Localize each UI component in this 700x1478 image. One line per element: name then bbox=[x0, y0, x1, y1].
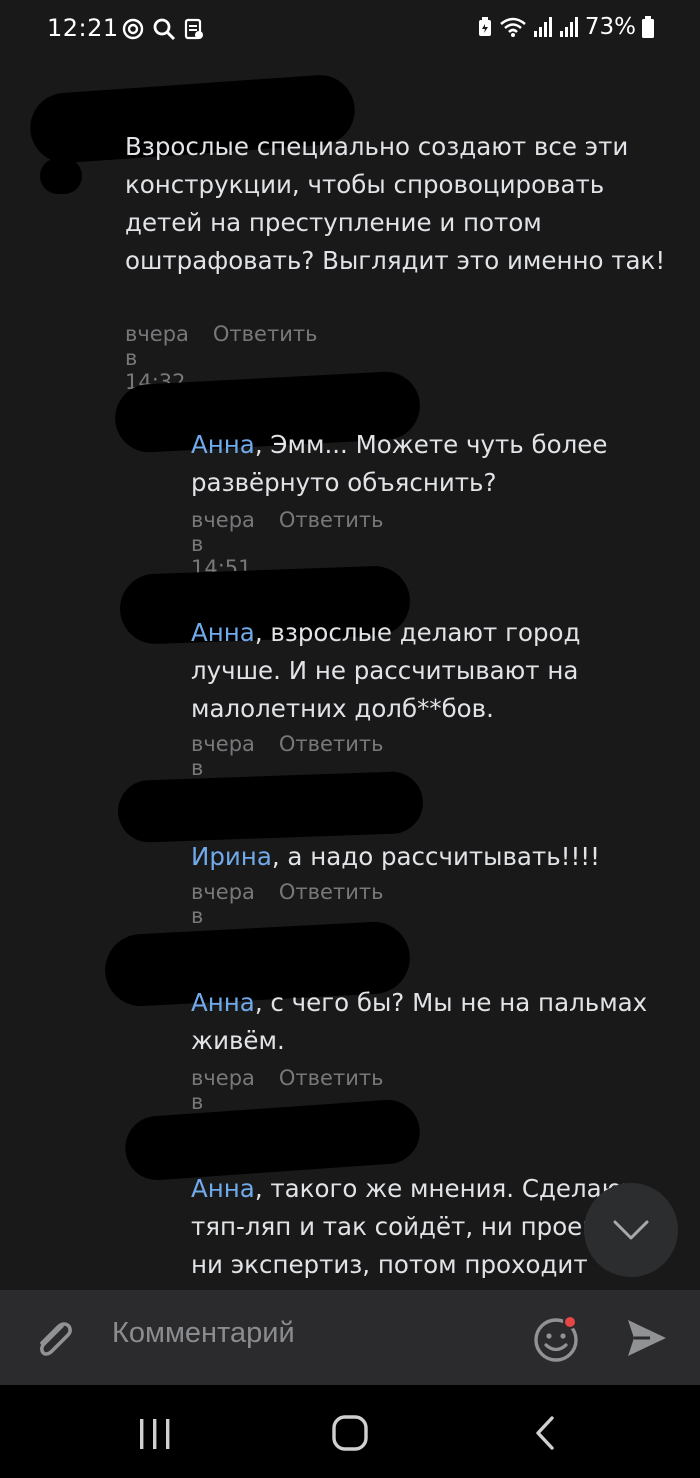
battery-icon bbox=[642, 16, 654, 38]
signal-icon bbox=[559, 17, 578, 37]
home-icon[interactable] bbox=[330, 1413, 370, 1453]
search-icon bbox=[153, 18, 176, 41]
mention-link[interactable]: Анна bbox=[191, 430, 255, 459]
wifi-icon bbox=[500, 17, 526, 37]
mention-link[interactable]: Ирина bbox=[191, 842, 272, 871]
comments-feed[interactable]: Взрослые специально создают все эти конс… bbox=[0, 58, 700, 1290]
system-navigation-bar bbox=[0, 1385, 700, 1478]
status-icons-right: 73% bbox=[477, 14, 654, 40]
comment-time: вчера в 14:51 bbox=[191, 508, 255, 580]
comment-text: Взрослые специально создают все эти конс… bbox=[125, 132, 666, 275]
signal-icon bbox=[533, 17, 552, 37]
comment-input[interactable]: Комментарий bbox=[112, 1317, 295, 1350]
send-icon[interactable] bbox=[624, 1316, 670, 1360]
redacted-author bbox=[117, 770, 424, 844]
redacted-avatar bbox=[40, 158, 82, 194]
attach-icon[interactable] bbox=[30, 1314, 80, 1364]
comment-text: Ирина, а надо рассчитывать!!!! bbox=[191, 842, 600, 871]
status-bar: 12:21 73% bbox=[0, 0, 700, 58]
app-icon bbox=[184, 18, 203, 40]
chevron-down-icon bbox=[613, 1220, 649, 1240]
status-time: 12:21 bbox=[47, 14, 119, 42]
emoji-icon[interactable] bbox=[532, 1312, 584, 1364]
comment-text: Анна, взрослые делают город лучше. И не … bbox=[191, 618, 581, 723]
comment-text: Анна, с чего бы? Мы не на пальмах живём. bbox=[191, 988, 648, 1055]
battery-saver-icon bbox=[478, 17, 491, 36]
mention-link[interactable]: Анна bbox=[191, 988, 255, 1017]
recent-apps-icon[interactable] bbox=[137, 1416, 173, 1452]
comment-text: Анна, Эмм... Можете чуть более развёрнут… bbox=[191, 430, 608, 497]
mention-link[interactable]: Анна bbox=[191, 1174, 255, 1203]
comment-composer: Комментарий bbox=[0, 1290, 700, 1385]
status-icons-left bbox=[122, 17, 204, 41]
back-icon[interactable] bbox=[532, 1415, 558, 1451]
target-icon bbox=[122, 18, 144, 40]
scroll-down-button[interactable] bbox=[584, 1183, 678, 1277]
battery-percent: 73% bbox=[584, 14, 636, 40]
mention-link[interactable]: Анна bbox=[191, 618, 255, 647]
